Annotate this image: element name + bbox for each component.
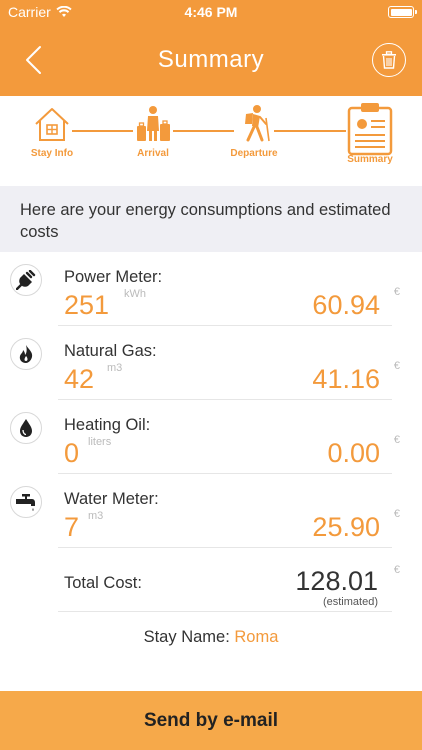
meter-cost: 25.90 (312, 512, 380, 542)
meter-value: 251 (64, 290, 110, 320)
meter-name: Water Meter: (64, 490, 159, 508)
navigation-bar: Summary (0, 24, 422, 96)
clipboard-icon (346, 102, 394, 156)
top-bar: Carrier 4:46 PM Summary (0, 0, 422, 96)
total-amount: 128.01 (295, 566, 378, 596)
person-luggage-icon (133, 104, 173, 144)
stay-name-value: Roma (234, 628, 279, 646)
meter-cost: 0.00 (327, 438, 380, 468)
oil-drop-icon (20, 419, 32, 437)
status-time: 4:46 PM (184, 4, 238, 20)
plug-icon (16, 270, 36, 290)
meter-icon (10, 412, 42, 444)
total-cost-row: Total Cost: 128.01 (estimated) € (0, 558, 422, 612)
meter-unit: kWh (124, 288, 146, 300)
send-email-button[interactable]: Send by e-mail (0, 691, 422, 750)
currency-symbol: € (393, 564, 400, 576)
currency-symbol: € (393, 434, 400, 446)
flame-icon (19, 345, 33, 363)
total-label: Total Cost: (64, 574, 142, 592)
currency-symbol: € (393, 286, 400, 298)
currency-symbol: € (393, 360, 400, 372)
progress-steps: Stay Info Arrival Departure Summary (0, 96, 422, 186)
meter-icon (10, 486, 42, 518)
step-arrival[interactable]: Arrival (113, 104, 193, 159)
battery-icon (388, 6, 417, 18)
meter-row-gas: Natural Gas: 42 m3 41.16 € (0, 326, 422, 400)
step-label: Stay Info (30, 148, 74, 159)
meter-name: Natural Gas: (64, 342, 157, 360)
step-label: Arrival (137, 148, 169, 159)
step-summary[interactable]: Summary (330, 102, 410, 165)
page-title: Summary (157, 46, 265, 73)
stay-name-label: Stay Name: (143, 628, 230, 646)
trash-icon (382, 51, 396, 69)
hiker-icon (234, 104, 274, 144)
meter-unit: liters (88, 436, 112, 448)
intro-text: Here are your energy consumptions and es… (0, 186, 422, 252)
meter-name: Power Meter: (64, 268, 163, 286)
step-departure[interactable]: Departure (214, 104, 294, 159)
step-label: Summary (347, 154, 393, 165)
row-divider (58, 547, 392, 548)
meter-value: 0 (64, 438, 80, 468)
meter-row-power: Power Meter: 251 kWh 60.94 € (0, 252, 422, 326)
meter-value: 42 (64, 364, 95, 394)
total-estimated-note: (estimated) (322, 596, 378, 608)
meter-name: Heating Oil: (64, 416, 151, 434)
step-stay-info[interactable]: Stay Info (12, 104, 92, 159)
row-divider (58, 611, 392, 612)
meter-cost: 41.16 (312, 364, 380, 394)
meter-cost: 60.94 (312, 290, 380, 320)
meter-row-oil: Heating Oil: 0 liters 0.00 € (0, 400, 422, 474)
house-icon (32, 104, 72, 144)
status-bar: Carrier 4:46 PM (0, 0, 422, 24)
delete-button[interactable] (372, 43, 406, 77)
meter-value: 7 (64, 512, 80, 542)
faucet-icon (16, 494, 35, 511)
meter-row-water: Water Meter: 7 m3 25.90 € (0, 474, 422, 548)
currency-symbol: € (393, 508, 400, 520)
meter-icon (10, 338, 42, 370)
stay-name: Stay Name: Roma (0, 628, 422, 647)
meter-unit: m3 (107, 362, 123, 374)
meter-unit: m3 (88, 510, 104, 522)
meter-icon (10, 264, 42, 296)
steps-connector (52, 130, 370, 132)
step-label: Departure (230, 148, 278, 159)
